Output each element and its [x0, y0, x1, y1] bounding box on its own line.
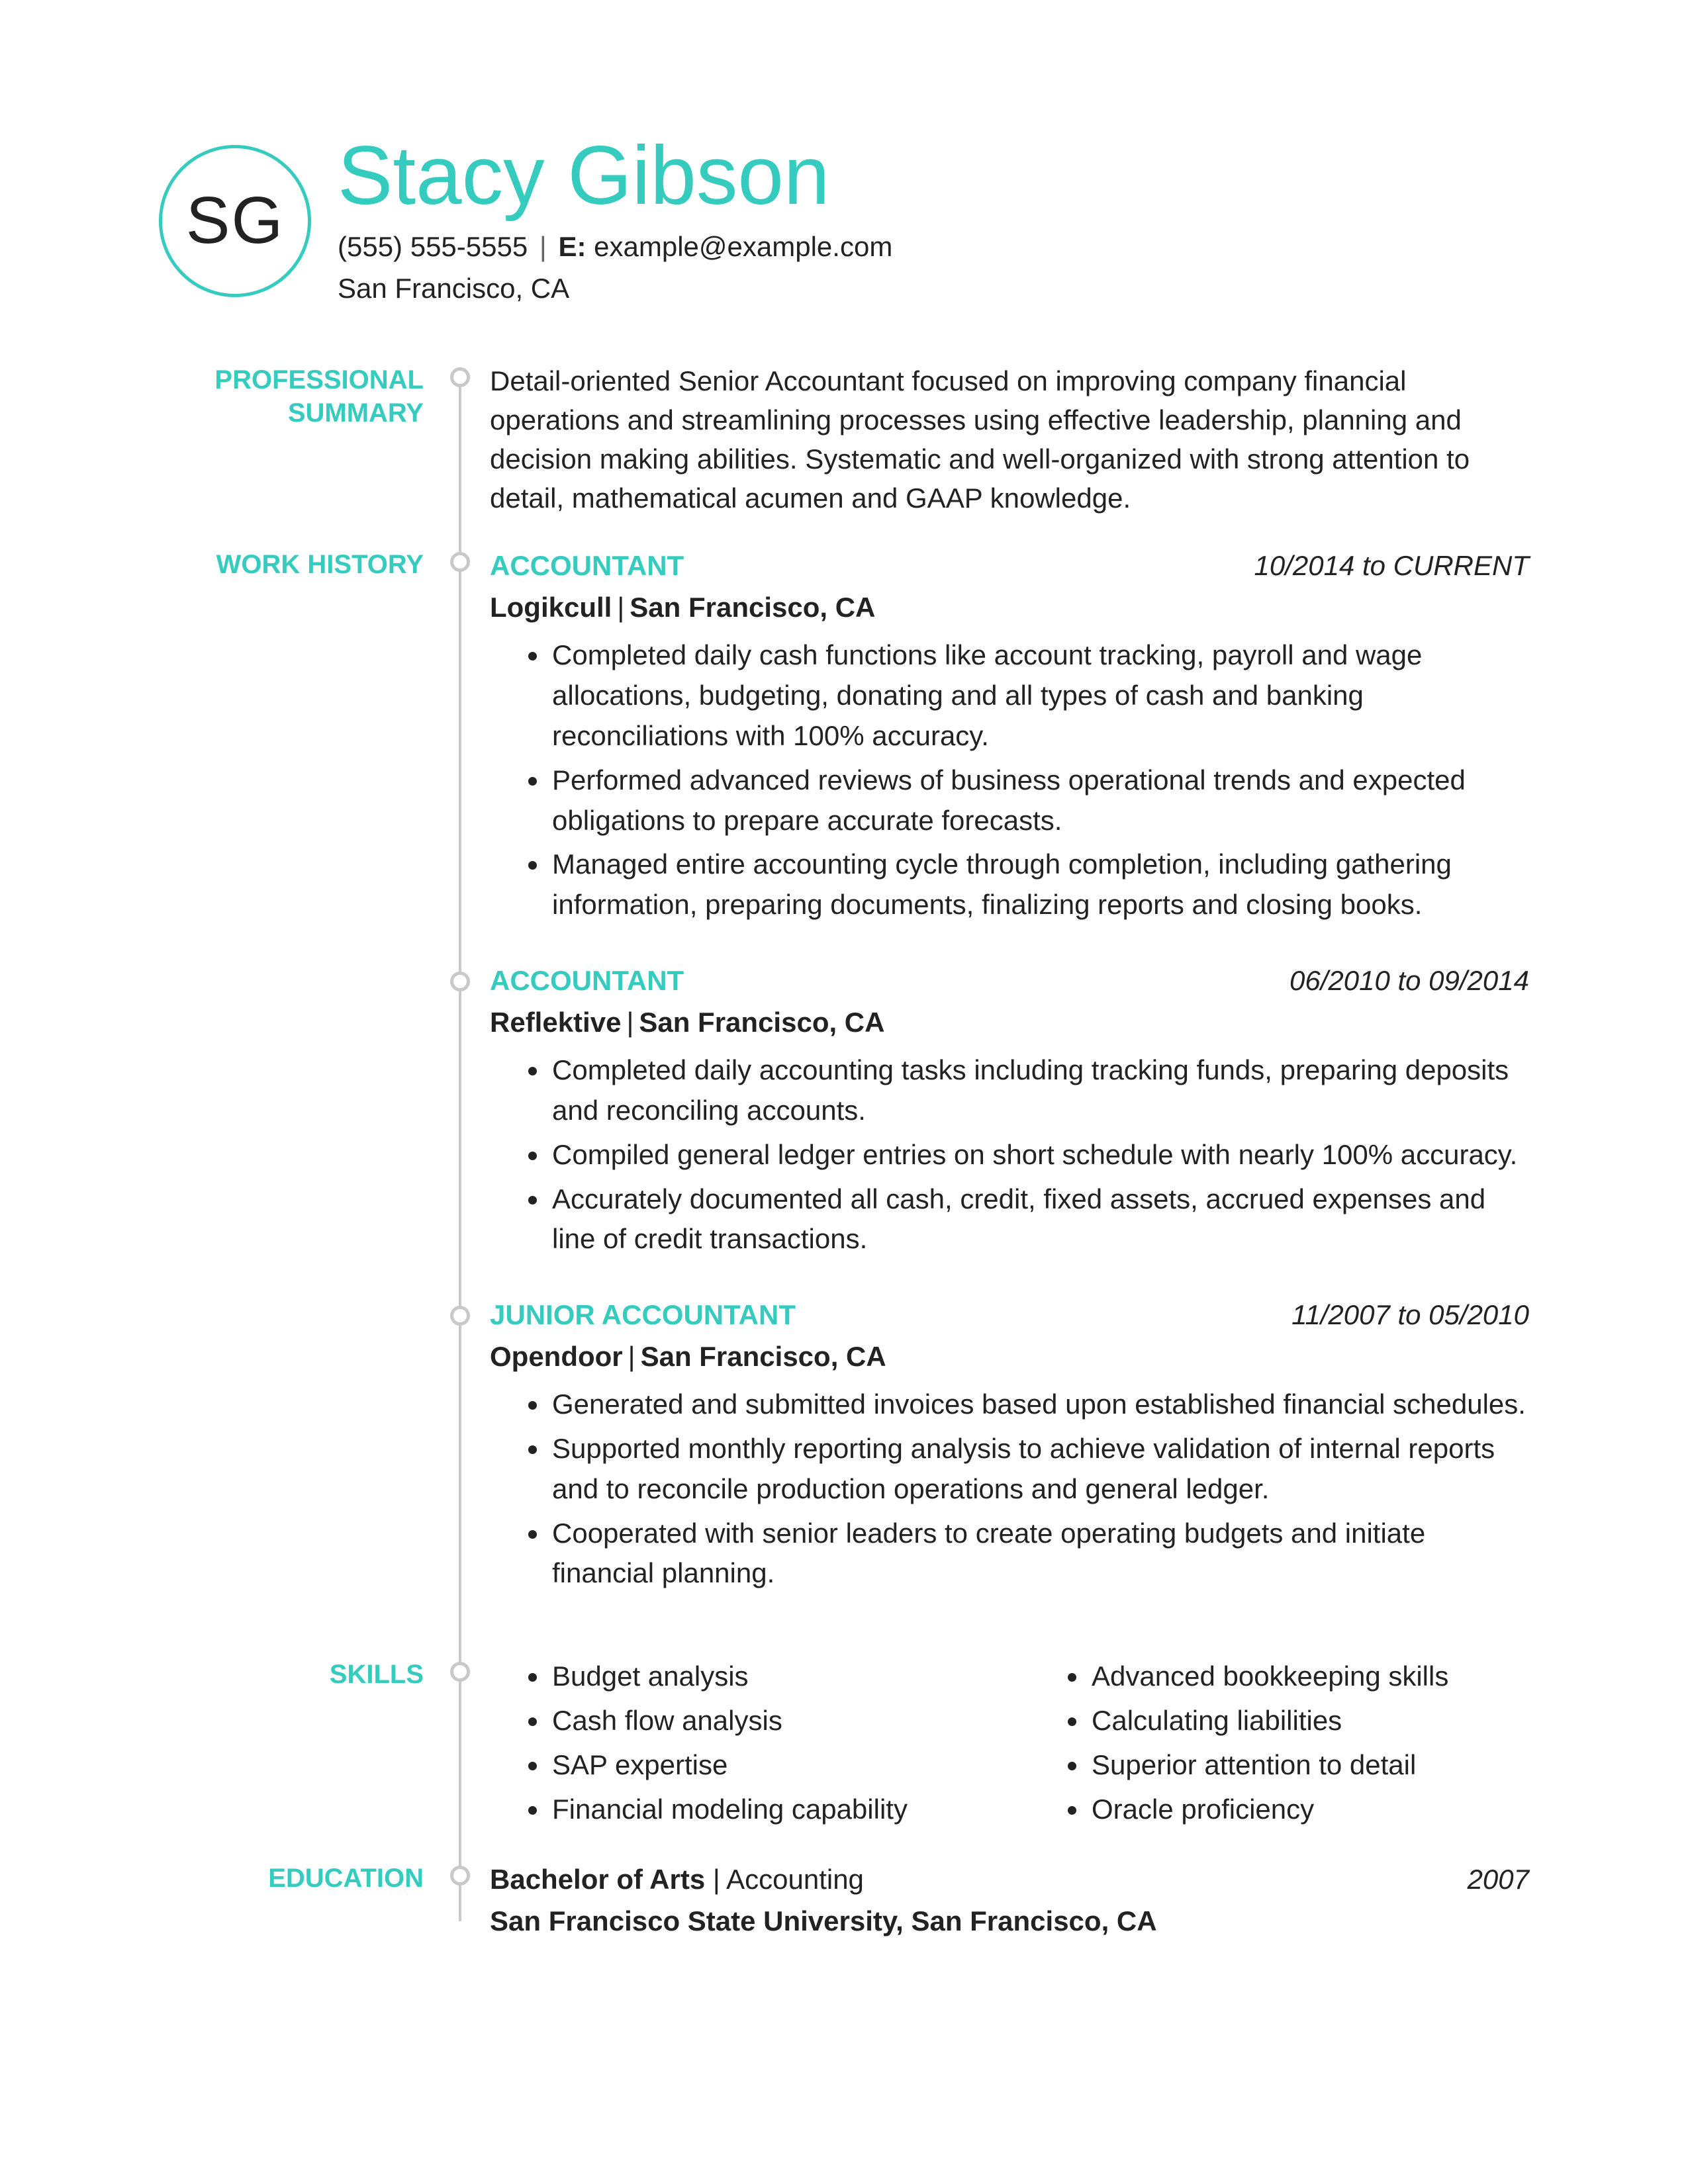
avatar-initials: SG [186, 183, 284, 259]
separator: | [626, 1007, 633, 1038]
location: San Francisco, CA [338, 273, 569, 304]
section-label-text: WORK HISTORY [216, 548, 424, 581]
job-entry: ACCOUNTANT10/2014 to CURRENTLogikcull|Sa… [490, 547, 1529, 925]
job-entry: JUNIOR ACCOUNTANT11/2007 to 05/2010Opend… [490, 1296, 1529, 1594]
job-title: ACCOUNTANT [490, 962, 684, 1001]
avatar: SG [159, 145, 311, 297]
skill-item: Advanced bookkeeping skills [1089, 1657, 1529, 1697]
section-label-skills: SKILLS [159, 1657, 437, 1834]
skills-column-1: Budget analysisCash flow analysisSAP exp… [490, 1657, 990, 1834]
job-company: Reflektive [490, 1007, 621, 1038]
job-title: JUNIOR ACCOUNTANT [490, 1296, 796, 1335]
degree-field: Accounting [726, 1864, 864, 1895]
job-entry: ACCOUNTANT06/2010 to 09/2014Reflektive|S… [490, 962, 1529, 1259]
phone: (555) 555-5555 [338, 231, 528, 262]
skill-item: Superior attention to detail [1089, 1745, 1529, 1786]
skill-item: Financial modeling capability [549, 1790, 990, 1830]
timeline-node-icon [450, 1866, 470, 1886]
job-bullets: Completed daily cash functions like acco… [490, 635, 1529, 925]
contact-line-2: San Francisco, CA [338, 267, 1529, 309]
skill-item: Calculating liabilities [1089, 1701, 1529, 1741]
section-label-work: WORK HISTORY [159, 547, 437, 1630]
skills-column-2: Advanced bookkeeping skillsCalculating l… [1029, 1657, 1529, 1834]
timeline-container: PROFESSIONAL SUMMARY Detail-oriented Sen… [159, 362, 1529, 1940]
skill-item: Budget analysis [549, 1657, 990, 1697]
job-meta: Logikcull|San Francisco, CA [490, 588, 1529, 627]
separator: | [539, 231, 547, 262]
bullet-item: Generated and submitted invoices based u… [549, 1385, 1529, 1425]
bullet-item: Completed daily accounting tasks includi… [549, 1050, 1529, 1131]
job-dates: 11/2007 to 05/2010 [1291, 1296, 1529, 1335]
timeline-node-icon [450, 1662, 470, 1682]
job-bullets: Generated and submitted invoices based u… [490, 1385, 1529, 1594]
section-skills: SKILLS Budget analysisCash flow analysis… [159, 1657, 1529, 1834]
job-meta: Reflektive|San Francisco, CA [490, 1003, 1529, 1042]
bullet-item: Performed advanced reviews of business o… [549, 760, 1529, 841]
job-dates: 10/2014 to CURRENT [1254, 547, 1529, 586]
skill-item: Cash flow analysis [549, 1701, 990, 1741]
section-summary: PROFESSIONAL SUMMARY Detail-oriented Sen… [159, 362, 1529, 520]
email: example@example.com [594, 231, 892, 262]
email-label: E: [558, 231, 586, 262]
job-company: Logikcull [490, 592, 612, 623]
contact-line-1: (555) 555-5555 | E: example@example.com [338, 226, 1529, 267]
section-label-education: EDUCATION [159, 1860, 437, 1941]
bullet-item: Managed entire accounting cycle through … [549, 844, 1529, 925]
bullet-item: Completed daily cash functions like acco… [549, 635, 1529, 756]
section-label-text: PROFESSIONAL SUMMARY [159, 363, 424, 430]
job-location: San Francisco, CA [639, 1007, 884, 1038]
resume-header: SG Stacy Gibson (555) 555-5555 | E: exam… [159, 132, 1529, 309]
bullet-item: Compiled general ledger entries on short… [549, 1135, 1529, 1175]
education-degree-line: Bachelor of Arts | Accounting [490, 1860, 864, 1899]
skill-item: SAP expertise [549, 1745, 990, 1786]
skill-item: Oracle proficiency [1089, 1790, 1529, 1830]
job-title: ACCOUNTANT [490, 547, 684, 586]
job-location: San Francisco, CA [630, 592, 875, 623]
timeline-node-icon [450, 1306, 470, 1326]
timeline-node-icon [450, 972, 470, 991]
job-meta: Opendoor|San Francisco, CA [490, 1338, 1529, 1377]
job-bullets: Completed daily accounting tasks includi… [490, 1050, 1529, 1259]
separator: | [617, 592, 624, 623]
job-location: San Francisco, CA [641, 1341, 886, 1372]
degree-name: Bachelor of Arts [490, 1864, 705, 1895]
separator: | [713, 1864, 726, 1895]
bullet-item: Supported monthly reporting analysis to … [549, 1429, 1529, 1510]
bullet-item: Cooperated with senior leaders to create… [549, 1514, 1529, 1594]
education-year: 2007 [1468, 1860, 1529, 1899]
section-label-text: EDUCATION [268, 1862, 424, 1895]
section-label-text: SKILLS [330, 1658, 424, 1691]
timeline-node-icon [450, 367, 470, 387]
summary-text: Detail-oriented Senior Accountant focuse… [490, 362, 1529, 518]
timeline-node-icon [450, 552, 470, 572]
full-name: Stacy Gibson [338, 132, 1529, 219]
job-company: Opendoor [490, 1341, 623, 1372]
section-education: EDUCATION Bachelor of Arts | Accounting … [159, 1860, 1529, 1941]
bullet-item: Accurately documented all cash, credit, … [549, 1179, 1529, 1260]
education-school: San Francisco State University, San Fran… [490, 1902, 1529, 1941]
separator: | [628, 1341, 635, 1372]
section-work-history: WORK HISTORY ACCOUNTANT 10/2014 to CURREN… [159, 547, 1529, 1630]
section-label-summary: PROFESSIONAL SUMMARY [159, 362, 437, 520]
job-dates: 06/2010 to 09/2014 [1289, 962, 1529, 1001]
